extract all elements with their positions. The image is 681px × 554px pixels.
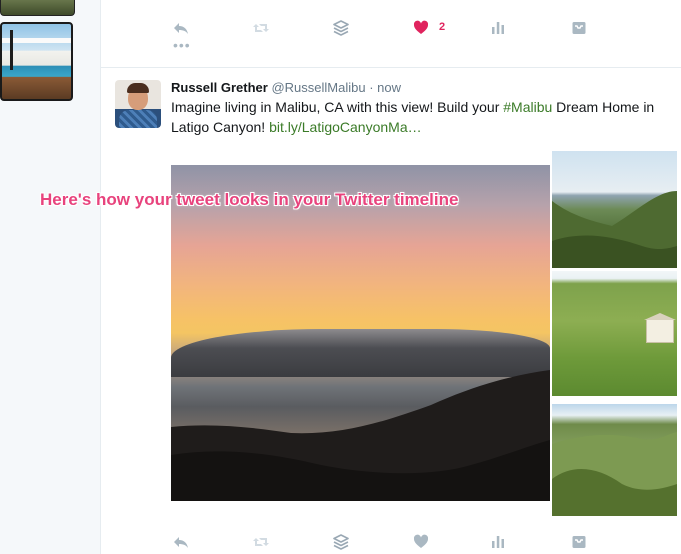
tweet-photo-2[interactable] xyxy=(552,151,677,268)
thumbnail-pole xyxy=(10,30,13,70)
timeline: 2 ••• Russell Grether @RussellMalibu · n… xyxy=(100,0,681,554)
mountain-ridge xyxy=(171,370,550,501)
avatar-shirt xyxy=(119,110,157,128)
hillside-2 xyxy=(552,432,677,516)
like-count: 2 xyxy=(439,21,446,33)
analytics-icon[interactable] xyxy=(488,18,508,38)
left-column xyxy=(0,0,100,554)
heart-icon[interactable] xyxy=(411,18,431,38)
avatar[interactable] xyxy=(115,80,161,128)
heart-icon[interactable] xyxy=(411,532,431,552)
tweet-header: Russell Grether @RussellMalibu · now xyxy=(171,80,401,95)
hashtag-link[interactable]: #Malibu xyxy=(503,99,552,115)
buffer-icon[interactable] xyxy=(331,18,351,38)
inbox-icon[interactable] xyxy=(569,532,589,552)
photo-thumbnail[interactable] xyxy=(0,0,75,16)
display-name[interactable]: Russell Grether xyxy=(171,80,268,95)
tweet-divider xyxy=(101,67,681,68)
retweet-icon[interactable] xyxy=(251,18,271,38)
reply-icon[interactable] xyxy=(171,18,191,38)
tweet-text-start: Imagine living in Malibu, CA with this v… xyxy=(171,99,504,115)
inbox-icon[interactable] xyxy=(569,18,589,38)
header-separator: · xyxy=(369,80,374,95)
overlay-caption: Here's how your tweet looks in your Twit… xyxy=(40,190,459,209)
photo-thumbnail-selected[interactable] xyxy=(0,22,73,101)
tweet-photo-main[interactable] xyxy=(171,165,550,501)
retweet-icon[interactable] xyxy=(251,532,271,552)
house-on-hill xyxy=(644,313,676,343)
hillside-1 xyxy=(552,191,677,268)
more-options-icon[interactable]: ••• xyxy=(173,38,191,52)
url-link[interactable]: bit.ly/LatigoCanyonMa… xyxy=(269,119,422,135)
buffer-icon[interactable] xyxy=(331,532,351,552)
tweet-text: Imagine living in Malibu, CA with this v… xyxy=(171,97,671,137)
tweet-photo-4[interactable] xyxy=(552,404,677,516)
tweet-timestamp[interactable]: now xyxy=(377,80,401,95)
tweet-photo-3[interactable] xyxy=(552,271,677,396)
user-handle[interactable]: @RussellMalibu xyxy=(271,80,365,95)
avatar-hair xyxy=(127,83,149,93)
analytics-icon[interactable] xyxy=(488,532,508,552)
reply-icon[interactable] xyxy=(171,532,191,552)
